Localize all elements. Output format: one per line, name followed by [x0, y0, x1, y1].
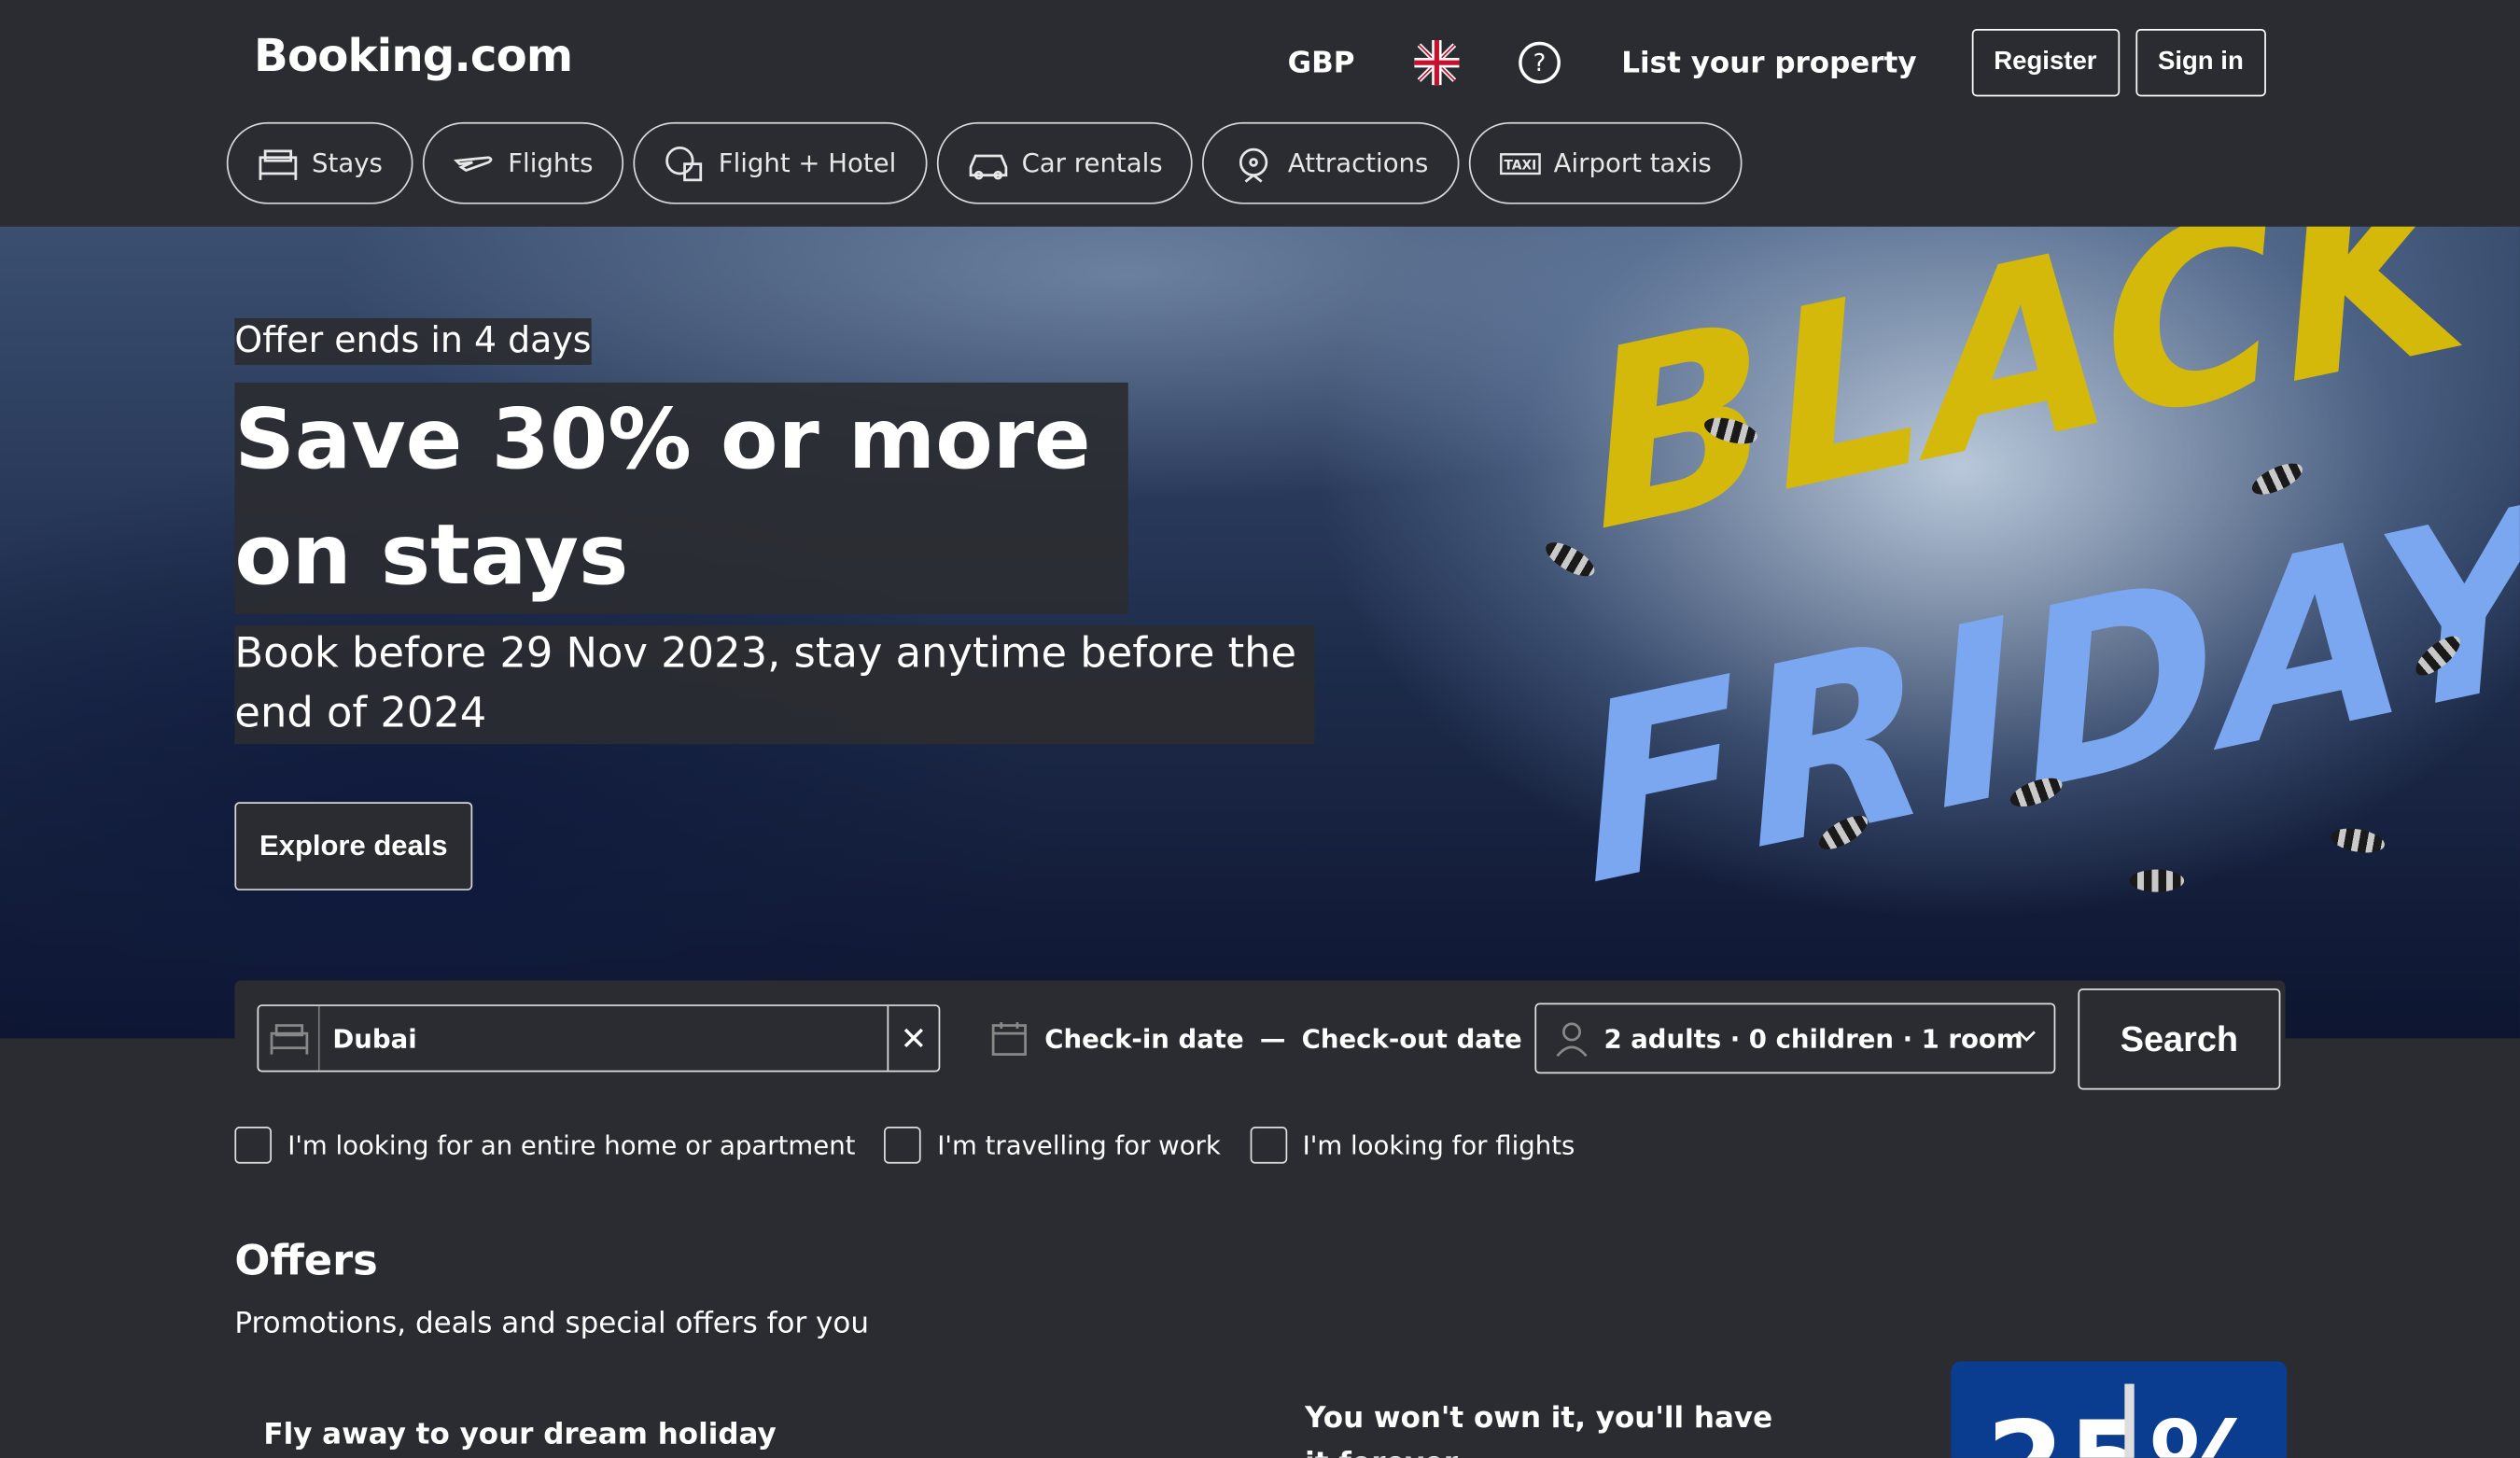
help-icon[interactable]: ? [1519, 41, 1561, 84]
date-picker[interactable]: Check-in date — Check-out date [990, 1004, 1522, 1072]
search-bar: ✕ Check-in date — Check-out date 2 adult… [234, 980, 2286, 1093]
tab-label: Car rentals [1021, 147, 1163, 179]
tab-label: Attractions [1287, 147, 1429, 179]
tab-label: Airport taxis [1553, 147, 1712, 179]
register-button[interactable]: Register [1971, 28, 2120, 97]
top-header: Booking.com GBP ? List your property Reg… [0, 0, 2520, 227]
tab-label: Flights [508, 147, 594, 179]
destination-input[interactable] [319, 1022, 888, 1054]
bed-icon [259, 1005, 320, 1071]
sign-in-button[interactable]: Sign in [2135, 28, 2266, 97]
checkbox-label: I'm travelling for work [937, 1129, 1221, 1161]
tab-airport-taxis[interactable]: TAXI Airport taxis [1468, 121, 1743, 204]
filter-entire-home[interactable]: I'm looking for an entire home or apartm… [234, 1127, 855, 1164]
checkout-label[interactable]: Check-out date [1302, 1023, 1522, 1054]
clear-destination-icon[interactable]: ✕ [887, 1005, 938, 1071]
tab-stays[interactable]: Stays [226, 121, 413, 204]
checkbox[interactable] [884, 1127, 922, 1164]
booking-logo[interactable]: Booking.com [254, 29, 573, 82]
checkbox[interactable] [234, 1127, 273, 1164]
offers-subheading: Promotions, deals and special offers for… [234, 1306, 870, 1341]
currency-selector[interactable]: GBP [1288, 46, 1355, 79]
tab-label: Flight + Hotel [718, 147, 897, 179]
promo-image[interactable]: 25% [1951, 1361, 2288, 1458]
offers-heading: Offers [234, 1237, 378, 1286]
guests-selector[interactable]: 2 adults · 0 children · 1 room [1534, 1002, 2056, 1074]
fish-decoration [1540, 536, 1600, 583]
checkbox-label: I'm looking for flights [1302, 1129, 1575, 1161]
plane-icon [454, 155, 493, 172]
calendar-icon [991, 1022, 1027, 1056]
list-property-link[interactable]: List your property [1621, 46, 1916, 79]
checkin-label[interactable]: Check-in date [1044, 1023, 1243, 1054]
tab-flight-hotel[interactable]: Flight + Hotel [633, 121, 927, 204]
filter-looking-for-flights[interactable]: I'm looking for flights [1249, 1127, 1575, 1164]
tab-attractions[interactable]: Attractions [1202, 121, 1460, 204]
guests-label: 2 adults · 0 children · 1 room [1603, 1022, 2023, 1054]
hero-title: Save 30% or more on stays [234, 382, 1128, 614]
tower-graphic [2124, 1383, 2135, 1458]
flight-hotel-icon [665, 146, 703, 181]
filter-travelling-for-work[interactable]: I'm travelling for work [884, 1127, 1221, 1164]
hero-subtitle: Book before 29 Nov 2023, stay anytime be… [234, 624, 1315, 745]
tab-car-rentals[interactable]: Car rentals [936, 121, 1194, 204]
hero-banner: BLACK FRIDAY Offer ends in 4 days Save 3… [0, 226, 2520, 1039]
chevron-down-icon [2017, 1030, 2036, 1043]
fish-decoration [2329, 824, 2387, 857]
offer-card-title[interactable]: Fly away to your dream holiday [263, 1418, 776, 1451]
offer-card-title[interactable]: You won't own it, you'll have it forever [1305, 1396, 1787, 1457]
tab-flights[interactable]: Flights [422, 121, 624, 204]
offer-countdown: Offer ends in 4 days [234, 317, 592, 365]
bed-icon [259, 148, 298, 179]
fish-decoration [2129, 869, 2185, 892]
person-icon [1556, 1022, 1588, 1058]
search-button[interactable]: Search [2078, 988, 2281, 1090]
product-tabs: Stays Flights Flight + Hotel Car rentals… [226, 121, 1752, 204]
checkbox[interactable] [1249, 1127, 1287, 1164]
taxi-icon: TAXI [1499, 152, 1541, 175]
date-separator: — [1259, 1022, 1286, 1054]
explore-deals-button[interactable]: Explore deals [234, 802, 473, 890]
tab-label: Stays [312, 147, 383, 179]
header-actions: GBP ? List your property Register Sign i… [1288, 28, 2266, 97]
destination-field[interactable]: ✕ [257, 1004, 941, 1072]
uk-flag-icon[interactable] [1412, 38, 1461, 87]
fish-decoration [2247, 456, 2307, 501]
svg-text:TAXI: TAXI [1504, 158, 1536, 173]
attractions-icon [1239, 147, 1268, 182]
search-filters: I'm looking for an entire home or apartm… [234, 1127, 1603, 1164]
checkbox-label: I'm looking for an entire home or apartm… [287, 1129, 856, 1161]
car-icon [969, 153, 1007, 179]
